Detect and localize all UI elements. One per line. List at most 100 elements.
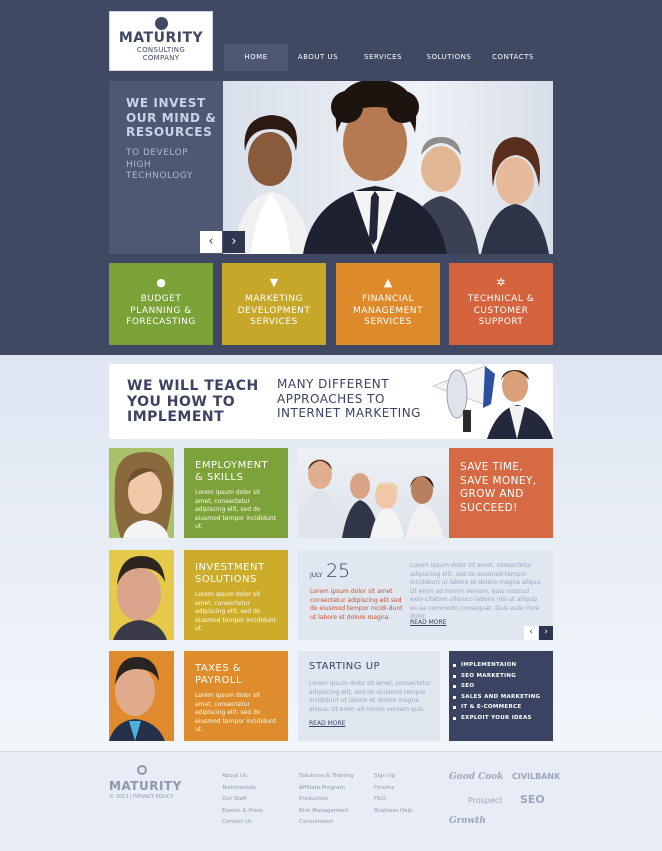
card-employment-skills[interactable]: EMPLOYMENT & SKILLS Lorem ipsum dolor si…	[184, 448, 288, 538]
hero-subline-line2: HIGH	[126, 159, 152, 170]
logo-title: MATURITY	[118, 30, 204, 46]
partner-logo-growth[interactable]: Growth	[449, 816, 486, 826]
card-taxes-payroll[interactable]: TAXES & PAYROLL Lorem ipsum dolor sit am…	[184, 651, 288, 741]
starting-up-text: Lorem ipsum dolor sit amet, consectetur …	[309, 680, 432, 713]
card-title-line: & SKILLS	[195, 471, 244, 483]
footer-link[interactable]: Events & Press	[222, 806, 263, 818]
footer-link[interactable]: Business Help	[374, 806, 413, 818]
main-nav: HOME ABOUT US SERVICES SOLUTIONS CONTACT…	[224, 44, 546, 71]
hero-headline-line1: WE INVEST	[126, 96, 206, 110]
partner-logo-good-cook[interactable]: Good Cook	[449, 772, 504, 782]
hero-headline-line2: OUR MIND &	[126, 110, 217, 125]
services-list-item[interactable]: SALES AND MARKETING	[449, 692, 553, 703]
footer-link[interactable]: Our Staff	[222, 794, 263, 806]
banner-sub-line: APPROACHES TO	[277, 391, 385, 406]
tile-label-line: CUSTOMER	[473, 305, 529, 316]
photo-man-investment	[109, 550, 174, 640]
tile-label-line: BUDGET	[140, 294, 182, 304]
hero-prev-arrow[interactable]: ‹	[200, 231, 222, 253]
card-text: Lorem ipsum dolor sit amet, consectetur …	[195, 591, 276, 632]
tile-marketing-development[interactable]: ▼ MARKETING DEVELOPMENT SERVICES	[222, 263, 326, 345]
tile-budget-planning[interactable]: ● BUDGET PLANNING & FORECASTING	[109, 263, 213, 345]
hero-subline: TO DEVELOP HIGH TECHNOLOGY	[126, 148, 193, 183]
card-title-line: SOLUTIONS	[195, 573, 257, 585]
team-meeting-photo	[298, 448, 449, 538]
tile-label-line: TECHNICAL &	[467, 294, 535, 304]
save-line: SUCCEED!	[460, 501, 518, 514]
footer-col-3: Sign Up Forums F&Q Business Help	[374, 771, 413, 817]
partner-logo-seo[interactable]: SEO	[520, 793, 545, 806]
hero-next-arrow[interactable]: ›	[223, 231, 245, 253]
footer-copyright[interactable]: © 2013 | PRIVACY POLICY	[109, 794, 173, 800]
news-day: 25	[326, 560, 351, 582]
footer-link[interactable]: Affiliate Program	[299, 783, 354, 795]
card-title-line: PAYROLL	[195, 674, 243, 686]
starting-up-box: STARTING UP Lorem ipsum dolor sit amet, …	[298, 651, 440, 741]
logo[interactable]: MATURITY CONSULTING COMPANY	[109, 11, 213, 71]
footer-link[interactable]: Sign Up	[374, 771, 413, 783]
footer-col-1: About Us Testimonials Our Staff Events &…	[222, 771, 263, 829]
hero-text-panel: WE INVEST OUR MIND & RESOURCES TO DEVELO…	[109, 81, 223, 254]
banner-headline-line: IMPLEMENT	[127, 409, 225, 425]
tile-label-line: SUPPORT	[478, 317, 524, 327]
logo-subtitle-1: CONSULTING	[136, 46, 186, 54]
nav-about-us[interactable]: ABOUT US	[288, 44, 348, 71]
nav-solutions[interactable]: SOLUTIONS	[418, 44, 480, 71]
save-time-card[interactable]: SAVE TIME, SAVE MONEY, GROW AND SUCCEED!	[449, 448, 553, 538]
services-list: IMPLEMENTAION SEO MARKETING SEO SALES AN…	[449, 651, 553, 741]
tile-label-line: DEVELOPMENT	[237, 305, 311, 316]
services-list-item[interactable]: IT & E-COMMERCE	[449, 702, 553, 713]
nav-contacts[interactable]: CONTACTS	[480, 44, 546, 71]
news-read-more-link[interactable]: READ MORE	[410, 619, 446, 626]
tile-label-line: SERVICES	[364, 317, 412, 327]
tile-label-line: SERVICES	[250, 317, 298, 327]
banner-headline: WE WILL TEACH YOU HOW TO IMPLEMENT	[127, 378, 259, 426]
hero-headline: WE INVEST OUR MIND & RESOURCES	[126, 96, 216, 140]
footer-link[interactable]: Forums	[374, 783, 413, 795]
save-line: SAVE TIME,	[460, 461, 524, 473]
starting-up-read-more-link[interactable]: READ MORE	[309, 720, 440, 727]
footer-link[interactable]: Production	[299, 794, 354, 806]
tile-label-line: PLANNING &	[130, 305, 192, 316]
basket-icon: ▼	[269, 276, 279, 289]
partner-logo-prospect[interactable]: Prospect	[468, 796, 502, 805]
piggy-bank-icon: ●	[156, 276, 166, 289]
services-list-item[interactable]: EXPLOIT YOUR IDEAS	[449, 713, 553, 724]
partner-logo-civilbank[interactable]: CIVILBANK	[512, 772, 560, 781]
footer-logo[interactable]: MATURITY	[109, 779, 182, 793]
news-prev-arrow[interactable]: ‹	[524, 626, 538, 640]
marketing-banner[interactable]: WE WILL TEACH YOU HOW TO IMPLEMENT MANY …	[109, 364, 553, 439]
services-list-item[interactable]: SEO	[449, 681, 553, 692]
nav-home[interactable]: HOME	[224, 44, 288, 71]
services-list-item[interactable]: IMPLEMENTAION	[449, 660, 553, 671]
team-illustration	[298, 459, 444, 538]
banner-sub-line: INTERNET MARKETING	[277, 406, 421, 420]
tile-financial-management[interactable]: ▲ FINANCIAL MANAGEMENT SERVICES	[336, 263, 440, 345]
hero-subline-line3: TECHNOLOGY	[126, 171, 193, 181]
footer-col-2: Solutions & Training Affiliate Program P…	[299, 771, 354, 829]
hero-subline-line1: TO DEVELOP	[126, 148, 189, 158]
news-next-arrow[interactable]: ›	[539, 626, 553, 640]
nav-services[interactable]: SERVICES	[348, 44, 418, 71]
footer-link[interactable]: Risk Management	[299, 806, 354, 818]
tile-label-line: MANAGEMENT	[353, 305, 423, 316]
portrait-woman	[114, 452, 174, 538]
card-text: Lorem ipsum dolor sit amet, consectetur …	[195, 489, 276, 530]
footer-link[interactable]: Contact Us	[222, 817, 263, 829]
footer-link[interactable]: Solutions & Training	[299, 771, 354, 783]
gears-icon: ✲	[496, 276, 506, 289]
services-list-item[interactable]: SEO MARKETING	[449, 671, 553, 682]
footer-link[interactable]: About Us	[222, 771, 263, 783]
logo-subtitle-2: COMPANY	[142, 54, 180, 62]
footer-link[interactable]: Testimonials	[222, 783, 263, 795]
photo-woman-employment	[109, 448, 174, 538]
card-text: Lorem ipsum dolor sit amet, consectetur …	[195, 692, 276, 733]
footer-link[interactable]: F&Q	[374, 794, 413, 806]
footer-link[interactable]: Consultation	[299, 817, 354, 829]
starting-up-title: STARTING UP	[309, 661, 381, 672]
tile-technical-support[interactable]: ✲ TECHNICAL & CUSTOMER SUPPORT	[449, 263, 553, 345]
card-title-line: TAXES &	[195, 663, 242, 674]
save-line: GROW AND	[460, 488, 524, 500]
card-investment-solutions[interactable]: INVESTMENT SOLUTIONS Lorem ipsum dolor s…	[184, 550, 288, 640]
banner-sub-line: MANY DIFFERENT	[277, 377, 390, 391]
